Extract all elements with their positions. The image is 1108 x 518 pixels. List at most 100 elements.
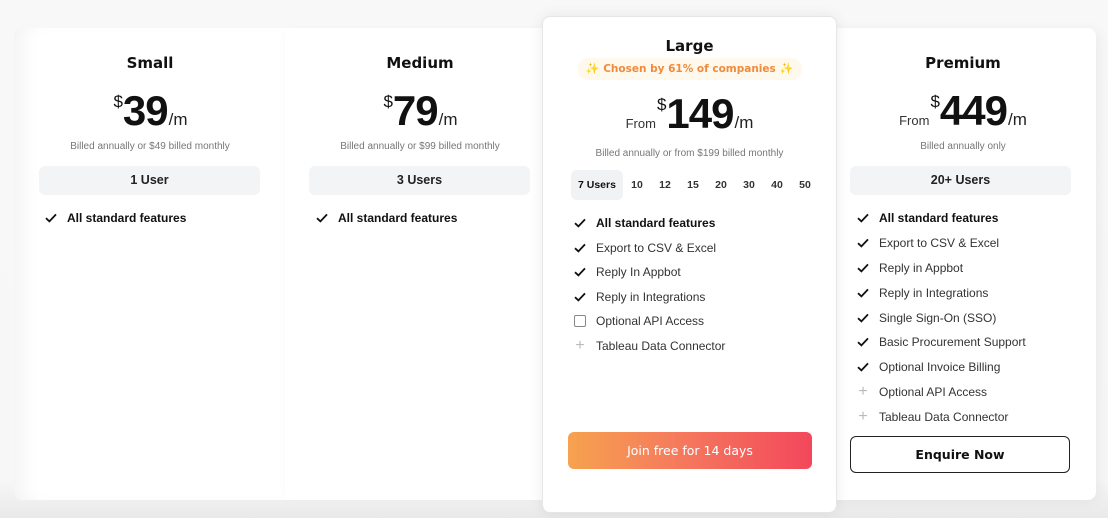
plus-icon: + xyxy=(858,382,868,400)
feature-label: All standard features xyxy=(879,211,999,226)
enquire-now-button[interactable]: Enquire Now xyxy=(850,436,1070,473)
price-prefix: From xyxy=(625,116,656,131)
user-count-option[interactable]: 30 xyxy=(735,170,763,200)
popularity-badge: ✨ Chosen by 61% of companies ✨ xyxy=(576,58,803,80)
feature-item: + Tableau Data Connector xyxy=(573,334,725,359)
feature-label: Reply in Integrations xyxy=(879,285,989,300)
feature-item[interactable]: Optional API Access xyxy=(573,309,725,334)
feature-label: Tableau Data Connector xyxy=(596,338,726,353)
check-icon xyxy=(573,241,587,255)
user-count-option[interactable]: 7 Users xyxy=(571,170,623,200)
feature-item: Optional Invoice Billing xyxy=(856,355,1026,380)
price-currency: $ xyxy=(113,92,123,111)
check-icon xyxy=(856,286,870,300)
feature-label: Single Sign-On (SSO) xyxy=(879,310,997,325)
price-prefix: From xyxy=(899,113,930,128)
billing-note: Billed annually or $99 billed monthly xyxy=(340,141,500,152)
check-icon xyxy=(856,311,870,325)
users-count: 3 Users xyxy=(309,166,530,195)
price-currency: $ xyxy=(930,92,940,111)
feature-label: Optional API Access xyxy=(596,314,705,329)
billing-note: Billed annually or $49 billed monthly xyxy=(70,141,230,152)
feature-label: All standard features xyxy=(67,211,187,226)
user-count-option[interactable]: 15 xyxy=(679,170,707,200)
billing-note: Billed annually only xyxy=(920,141,1006,152)
price-period: /m xyxy=(168,110,188,129)
feature-label: Optional API Access xyxy=(879,384,988,399)
check-icon xyxy=(573,265,587,279)
badge-text: Chosen by 61% of companies xyxy=(603,63,776,75)
price-period: /m xyxy=(1008,110,1027,129)
feature-item: All standard features xyxy=(573,211,725,236)
feature-label: Tableau Data Connector xyxy=(879,409,1009,424)
price: From$149/m xyxy=(543,93,836,135)
feature-label: Export to CSV & Excel xyxy=(596,240,717,255)
price-currency: $ xyxy=(383,92,393,111)
feature-item: Reply in Appbot xyxy=(856,256,1026,281)
checkbox-icon[interactable] xyxy=(573,314,587,328)
check-icon xyxy=(856,211,870,225)
feature-item: All standard features xyxy=(44,206,186,231)
user-count-option[interactable]: 10 xyxy=(623,170,651,200)
plan-card-premium: Premium From$449/m Billed annually only … xyxy=(830,28,1096,500)
user-count-option[interactable]: 50 xyxy=(791,170,819,200)
feature-label: All standard features xyxy=(338,211,458,226)
user-count-option[interactable]: 40 xyxy=(763,170,791,200)
price: $39/m xyxy=(14,90,286,132)
feature-label: Reply in Integrations xyxy=(596,289,706,304)
plan-card-large: Large ✨ Chosen by 61% of companies ✨ Fro… xyxy=(542,16,837,513)
feature-list: All standard features Export to CSV & Exc… xyxy=(856,206,1026,429)
check-icon xyxy=(856,335,870,349)
feature-label: Reply in Appbot xyxy=(879,260,964,275)
plan-name: Premium xyxy=(925,54,1001,72)
price-currency: $ xyxy=(656,95,667,114)
price-amount: 79 xyxy=(392,87,439,134)
plan-name: Medium xyxy=(386,54,454,72)
price-amount: 39 xyxy=(122,87,169,134)
feature-item: Reply In Appbot xyxy=(573,260,725,285)
check-icon xyxy=(315,211,329,225)
feature-list: All standard features xyxy=(44,206,186,231)
price-amount: 149 xyxy=(666,90,734,137)
join-free-button[interactable]: Join free for 14 days xyxy=(568,432,812,469)
feature-item: + Optional API Access xyxy=(856,380,1026,405)
feature-item: All standard features xyxy=(315,206,457,231)
check-icon xyxy=(856,360,870,374)
feature-item: All standard features xyxy=(856,206,1026,231)
check-icon xyxy=(856,236,870,250)
feature-label: Basic Procurement Support xyxy=(879,335,1026,350)
plus-icon: + xyxy=(575,336,585,354)
user-count-option[interactable]: 20 xyxy=(707,170,735,200)
plus-icon: + xyxy=(858,407,868,425)
sparkles-icon: ✨ xyxy=(585,62,600,75)
plan-card-small: Small $39/m Billed annually or $49 bille… xyxy=(14,28,286,500)
price: From$449/m xyxy=(830,90,1096,132)
price-period: /m xyxy=(438,110,458,129)
check-icon xyxy=(44,211,58,225)
price: $79/m xyxy=(285,90,555,132)
plan-name: Small xyxy=(126,54,174,72)
plan-card-medium: Medium $79/m Billed annually or $99 bill… xyxy=(285,28,555,500)
feature-item: Basic Procurement Support xyxy=(856,330,1026,355)
feature-list: All standard features Export to CSV & Exc… xyxy=(573,211,725,358)
feature-label: Reply In Appbot xyxy=(596,265,681,280)
feature-item: Reply in Integrations xyxy=(856,280,1026,305)
check-icon xyxy=(573,290,587,304)
users-count: 20+ Users xyxy=(850,166,1071,195)
feature-item: Single Sign-On (SSO) xyxy=(856,305,1026,330)
sparkles-icon: ✨ xyxy=(779,62,794,75)
user-count-option[interactable]: 12 xyxy=(651,170,679,200)
user-count-selector: 7 Users 10 12 15 20 30 40 50 xyxy=(571,170,819,200)
feature-item: Reply in Integrations xyxy=(573,285,725,310)
feature-item: + Tableau Data Connector xyxy=(856,404,1026,429)
price-amount: 449 xyxy=(939,87,1008,134)
feature-item: Export to CSV & Excel xyxy=(856,231,1026,256)
check-icon xyxy=(573,216,587,230)
price-period: /m xyxy=(734,113,754,132)
check-icon xyxy=(856,261,870,275)
feature-label: All standard features xyxy=(596,216,716,231)
feature-item: Export to CSV & Excel xyxy=(573,236,725,261)
feature-list: All standard features xyxy=(315,206,457,231)
feature-label: Optional Invoice Billing xyxy=(879,360,1001,375)
billing-note: Billed annually or from $199 billed mont… xyxy=(595,148,784,159)
